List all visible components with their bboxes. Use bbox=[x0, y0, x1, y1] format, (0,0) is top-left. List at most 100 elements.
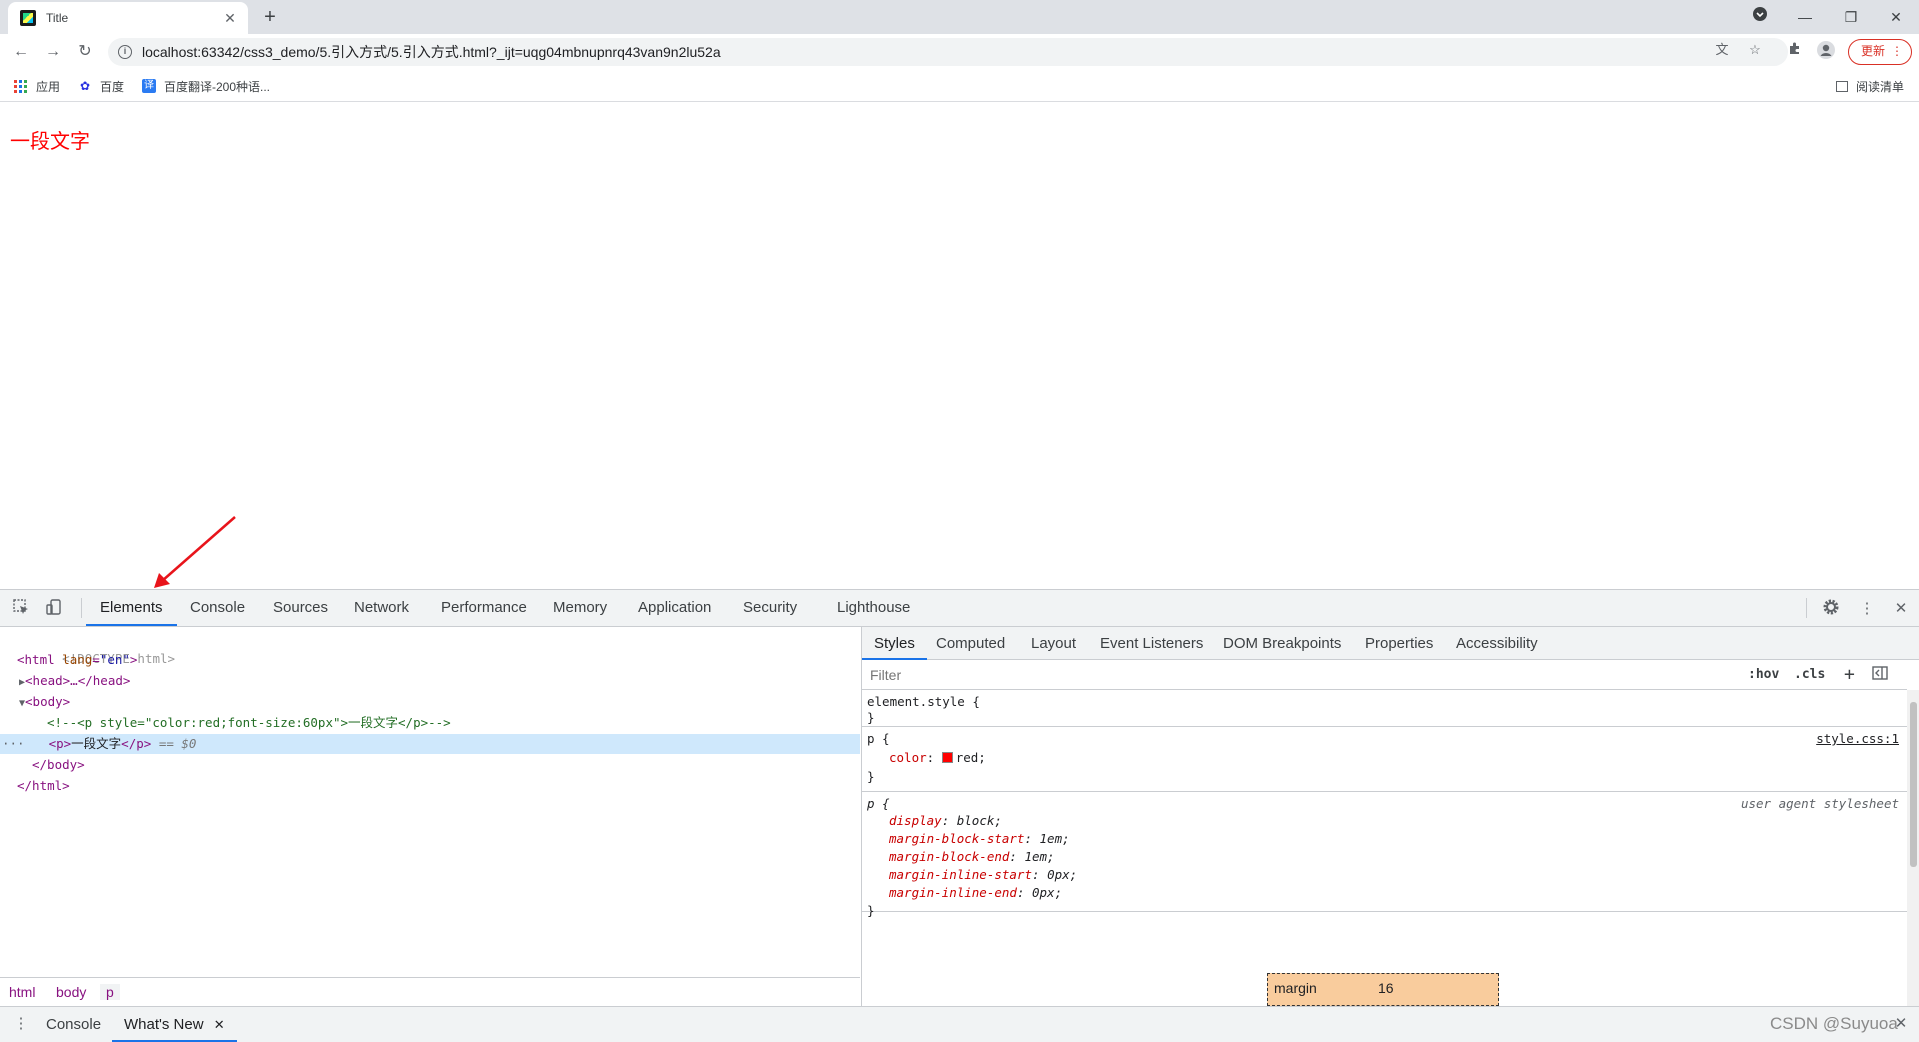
color-declaration[interactable]: color: red; bbox=[889, 749, 986, 767]
tab-styles[interactable]: Styles bbox=[862, 627, 927, 660]
reading-list-button[interactable]: 阅读清单 bbox=[1836, 77, 1904, 95]
tab-search-icon[interactable] bbox=[1746, 4, 1774, 30]
back-icon[interactable]: ← bbox=[8, 39, 34, 65]
tab-accessibility[interactable]: Accessibility bbox=[1456, 627, 1538, 660]
bookmark-star-icon[interactable]: ☆ bbox=[1746, 41, 1764, 59]
new-style-rule-icon[interactable]: + bbox=[1844, 665, 1855, 685]
reload-icon[interactable]: ↻ bbox=[72, 39, 98, 65]
expand-triangle-icon[interactable]: ▶ bbox=[0, 677, 25, 688]
browser-toolbar: ← → ↻ i localhost:63342/css3_demo/5.引入方式… bbox=[0, 34, 1919, 70]
more-options-icon[interactable]: ⋮ bbox=[1856, 598, 1878, 620]
style-source-link[interactable]: style.css:1 bbox=[1816, 730, 1899, 748]
close-window-icon[interactable]: ✕ bbox=[1882, 4, 1910, 30]
close-devtools-icon[interactable]: ✕ bbox=[1890, 598, 1912, 620]
tab-layout[interactable]: Layout bbox=[1031, 627, 1076, 660]
browser-tab[interactable]: Title ✕ bbox=[8, 2, 248, 34]
tab-network[interactable]: Network bbox=[354, 590, 409, 626]
rule-p-user-agent: p { user agent stylesheet display: block… bbox=[862, 792, 1907, 918]
dom-html-line[interactable]: <html lang="en"> bbox=[0, 650, 860, 670]
translate-icon[interactable]: 文 bbox=[1713, 41, 1731, 59]
dom-body-close-line[interactable]: </body> bbox=[0, 755, 860, 775]
ua-declaration: display: block; bbox=[889, 813, 1002, 828]
ua-prop-name: margin-inline-end bbox=[889, 885, 1017, 900]
extensions-icon[interactable] bbox=[1786, 41, 1804, 59]
restore-icon[interactable]: ❐ bbox=[1837, 4, 1865, 30]
settings-gear-icon[interactable] bbox=[1820, 598, 1842, 620]
hov-toggle[interactable]: :hov bbox=[1748, 665, 1779, 685]
tab-dom-breakpoints[interactable]: DOM Breakpoints bbox=[1223, 627, 1341, 660]
tab-memory[interactable]: Memory bbox=[553, 590, 607, 626]
dom-head-line[interactable]: ▶<head>…</head> bbox=[0, 671, 860, 691]
tab-close-icon[interactable]: ✕ bbox=[222, 10, 238, 27]
html-comment: <!--<p style="color:red;font-size:60px">… bbox=[47, 715, 451, 730]
drawer-menu-icon[interactable]: ⋮ bbox=[10, 1013, 32, 1035]
dom-comment-line[interactable]: <!--<p style="color:red;font-size:60px">… bbox=[0, 713, 860, 733]
drawer-tab-whats-new[interactable]: What's New ✕ bbox=[112, 1007, 237, 1042]
dom-html-close-line[interactable]: </html> bbox=[0, 776, 860, 796]
row-dots-icon[interactable]: ··· bbox=[0, 736, 25, 751]
toggle-sidebar-icon[interactable] bbox=[1872, 665, 1888, 685]
scrollbar-thumb[interactable] bbox=[1910, 702, 1917, 867]
dom-doctype-line[interactable]: <!DOCTYPE html> bbox=[0, 629, 860, 666]
ua-declaration: margin-inline-end: 0px; bbox=[889, 885, 1063, 900]
tab-lighthouse[interactable]: Lighthouse bbox=[837, 590, 910, 626]
drawer-tab-console[interactable]: Console bbox=[46, 1007, 101, 1042]
breadcrumb-html[interactable]: html bbox=[9, 984, 35, 1000]
body-close: </body> bbox=[32, 757, 85, 772]
styles-scrollbar[interactable] bbox=[1907, 690, 1919, 1006]
tab-properties[interactable]: Properties bbox=[1365, 627, 1433, 660]
ua-prop-value: 1em; bbox=[1039, 831, 1070, 846]
html-lang-value: "en" bbox=[99, 652, 130, 667]
tab-event-listeners[interactable]: Event Listeners bbox=[1100, 627, 1203, 660]
minimize-icon[interactable]: — bbox=[1791, 4, 1819, 30]
cls-toggle[interactable]: .cls bbox=[1794, 665, 1825, 685]
color-prop-value: red; bbox=[955, 750, 986, 765]
dom-p-line-selected[interactable]: ··· <p>一段文字</p> == $0 bbox=[0, 734, 860, 754]
page-paragraph: 一段文字 bbox=[10, 129, 90, 153]
device-toolbar-icon[interactable] bbox=[43, 598, 65, 620]
breadcrumb-body[interactable]: body bbox=[56, 984, 86, 1000]
drawer-tab-label: What's New bbox=[124, 1016, 204, 1033]
new-tab-button[interactable]: + bbox=[258, 5, 282, 29]
update-label: 更新 bbox=[1861, 44, 1886, 58]
bookmark-label: 百度翻译-200种语... bbox=[164, 79, 271, 94]
html-tag: html bbox=[24, 652, 55, 667]
bookmark-baidu[interactable]: ✿ 百度 bbox=[78, 77, 124, 95]
element-style-selector[interactable]: element.style { bbox=[867, 693, 980, 711]
profile-avatar-icon[interactable] bbox=[1817, 41, 1835, 59]
ua-prop-value: 0px; bbox=[1047, 867, 1078, 882]
drawer-tab-close-icon[interactable]: ✕ bbox=[214, 1017, 225, 1032]
bookmark-apps[interactable]: 应用 bbox=[14, 77, 60, 95]
tab-computed[interactable]: Computed bbox=[936, 627, 1005, 660]
tab-performance[interactable]: Performance bbox=[441, 590, 527, 626]
close-drawer-icon[interactable]: ✕ bbox=[1890, 1013, 1912, 1035]
inspect-element-icon[interactable] bbox=[10, 598, 32, 620]
styles-filter-input[interactable] bbox=[866, 664, 1726, 686]
html-lang-attr: lang bbox=[62, 652, 93, 667]
address-bar[interactable]: i localhost:63342/css3_demo/5.引入方式/5.引入方… bbox=[108, 38, 1788, 66]
box-model-margin[interactable]: margin 16 bbox=[1267, 973, 1499, 1006]
styles-sidebar: Styles Computed Layout Event Listeners D… bbox=[861, 627, 1919, 1006]
forward-icon[interactable]: → bbox=[40, 39, 66, 65]
color-swatch[interactable] bbox=[941, 752, 953, 763]
tab-sources[interactable]: Sources bbox=[273, 590, 328, 626]
tab-console[interactable]: Console bbox=[190, 590, 245, 626]
tab-elements[interactable]: Elements bbox=[86, 590, 177, 626]
collapse-triangle-icon[interactable]: ▼ bbox=[0, 698, 25, 709]
tab-security[interactable]: Security bbox=[743, 590, 797, 626]
chrome-menu-icon: ⋮ bbox=[1891, 44, 1903, 58]
update-button[interactable]: 更新 ⋮ bbox=[1848, 39, 1912, 65]
rule-p-author: p { style.css:1 color: red; } bbox=[862, 727, 1907, 792]
tab-application[interactable]: Application bbox=[638, 590, 711, 626]
p-selector[interactable]: p { bbox=[867, 730, 890, 748]
baidu-paw-icon: ✿ bbox=[79, 79, 91, 93]
breadcrumb-p[interactable]: p bbox=[100, 984, 120, 1000]
bookmark-baidu-translate[interactable]: 译 百度翻译-200种语... bbox=[142, 77, 270, 95]
tab-strip: Title ✕ + — ❐ ✕ bbox=[0, 0, 1919, 34]
site-info-icon[interactable]: i bbox=[118, 45, 132, 59]
rule-close-brace: } bbox=[867, 710, 875, 725]
dom-body-line[interactable]: ▼<body> bbox=[0, 692, 860, 712]
html-open-bracket: < bbox=[17, 652, 25, 667]
ua-prop-value: 1em; bbox=[1024, 849, 1055, 864]
rule-close-brace: } bbox=[867, 769, 875, 784]
